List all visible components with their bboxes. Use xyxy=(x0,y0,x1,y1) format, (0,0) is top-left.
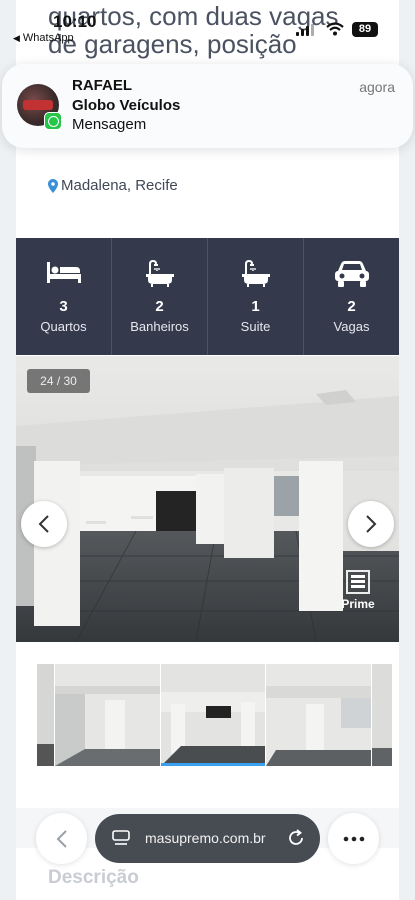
feature-label: Suite xyxy=(240,319,271,334)
notification-body: Mensagem xyxy=(72,116,147,133)
feature-value: 2 xyxy=(347,298,356,315)
clock: 10:10 xyxy=(53,12,97,31)
bathtub-icon xyxy=(145,260,174,287)
bed-icon xyxy=(46,262,81,283)
back-app-label: WhatsApp xyxy=(22,32,74,44)
building-logo-icon xyxy=(346,570,370,594)
feature-bathrooms: 2 Banheiros xyxy=(112,238,208,355)
chevron-right-icon xyxy=(366,515,377,533)
previous-photo-button[interactable] xyxy=(21,501,67,547)
feature-label: Banheiros xyxy=(130,319,189,334)
thumbnail[interactable] xyxy=(160,664,266,766)
thumbnail-strip xyxy=(37,664,392,766)
chevron-left-icon xyxy=(56,829,67,848)
feature-value: 3 xyxy=(59,298,68,315)
notification-time: agora xyxy=(359,79,395,95)
thumbnail[interactable] xyxy=(372,664,392,766)
location-text: Madalena, Recife xyxy=(61,177,178,194)
feature-suite: 1 Suite xyxy=(208,238,304,355)
status-bar: 10:10 ◀ WhatsApp 89 xyxy=(0,0,415,46)
feature-label: Vagas xyxy=(333,319,370,334)
feature-parking: 2 Vagas xyxy=(304,238,399,355)
notification-title: Globo Veículos xyxy=(72,97,181,114)
back-triangle-icon: ◀ xyxy=(13,33,20,43)
photo-counter: 24 / 30 xyxy=(27,369,90,393)
thumbnail[interactable] xyxy=(54,664,160,766)
listing-location: Madalena, Recife xyxy=(48,177,178,194)
watermark-text: Prime xyxy=(341,597,375,611)
feature-value: 2 xyxy=(155,298,164,315)
thumbnail[interactable] xyxy=(37,664,54,766)
photo-gallery[interactable]: 24 / 30 Prime xyxy=(16,356,399,642)
cellular-signal-icon xyxy=(296,24,314,36)
browser-back-button[interactable] xyxy=(36,813,87,864)
car-icon xyxy=(334,261,369,287)
wifi-icon xyxy=(326,22,344,36)
url-text: masupremo.com.br xyxy=(145,830,266,846)
notification-sender: RAFAEL xyxy=(72,77,132,94)
location-pin-icon xyxy=(48,178,58,193)
chevron-left-icon xyxy=(38,515,49,533)
whatsapp-notification[interactable]: RAFAEL Globo Veículos Mensagem agora xyxy=(2,64,413,148)
features-bar: 3 Quartos 2 Banheiros 1 Suite 2 Vagas xyxy=(16,238,399,355)
feature-value: 1 xyxy=(251,298,260,315)
battery-icon: 89 xyxy=(352,22,378,37)
address-bar[interactable]: masupremo.com.br xyxy=(95,814,320,863)
feature-label: Quartos xyxy=(40,319,87,334)
description-heading: Descrição xyxy=(48,867,139,888)
ellipsis-icon xyxy=(343,836,364,841)
tabs-icon xyxy=(112,830,130,845)
next-photo-button[interactable] xyxy=(348,501,394,547)
back-to-app-link[interactable]: ◀ WhatsApp xyxy=(13,32,74,44)
bathtub-icon xyxy=(241,260,270,287)
feature-bedrooms: 3 Quartos xyxy=(16,238,112,355)
more-options-button[interactable] xyxy=(328,813,379,864)
prime-watermark: Prime xyxy=(332,570,384,628)
reload-icon[interactable] xyxy=(287,829,305,847)
whatsapp-icon xyxy=(44,112,62,130)
thumbnail[interactable] xyxy=(266,664,372,766)
